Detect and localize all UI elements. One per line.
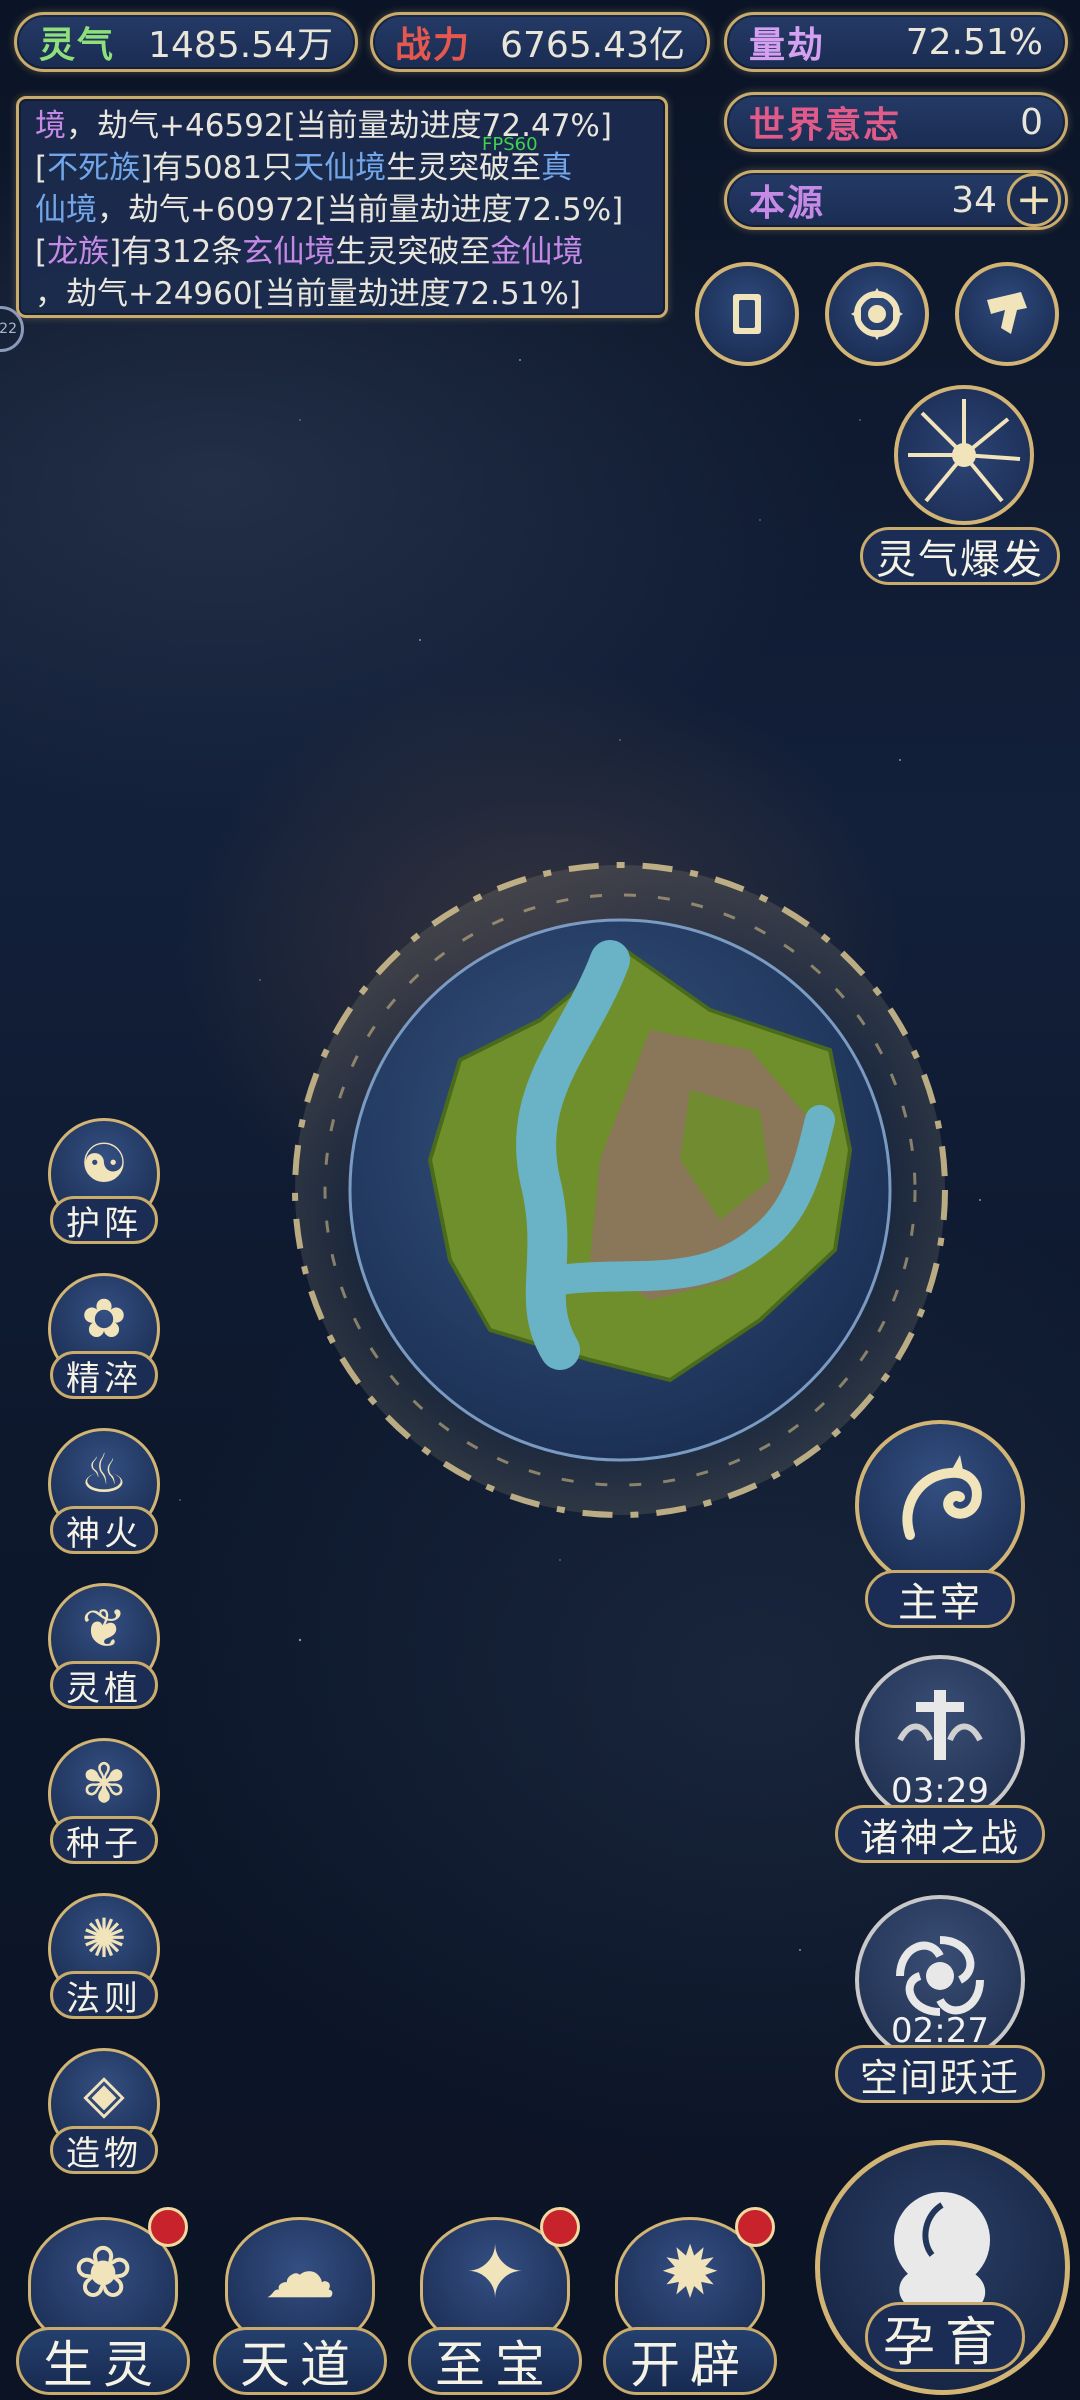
benyuan-label: 本源	[749, 183, 826, 224]
benyuan-value: 34	[951, 179, 997, 221]
left-menu-item-2[interactable]: ♨ 神火	[40, 1428, 170, 1558]
benyuan-stat[interactable]: 本源 34 +	[724, 170, 1068, 230]
log-realm-text: 金仙境	[490, 234, 584, 270]
notification-badge	[148, 2207, 188, 2247]
left-menu-label: 法则	[50, 1971, 158, 2019]
zhushen-battle-button[interactable]: 03:29 诸神之战	[835, 1655, 1045, 1865]
liangjie-value: 72.51%	[905, 21, 1043, 63]
left-menu-item-0[interactable]: ☯ 护阵	[40, 1118, 170, 1248]
zhushen-label: 诸神之战	[835, 1805, 1045, 1863]
left-menu-label: 护阵	[50, 1196, 158, 1244]
log-line: 境，劫气+46592[当前量劫进度72.47%]	[35, 105, 649, 147]
notification-badge	[540, 2207, 580, 2247]
log-realm-text: 境	[35, 108, 66, 144]
log-text: 生灵突破至	[386, 150, 542, 186]
portal-swirl-icon	[851, 288, 903, 340]
log-text: ]有312条	[109, 234, 243, 270]
left-menu-label: 精淬	[50, 1351, 158, 1399]
left-menu-label: 造物	[50, 2126, 158, 2174]
event-log-panel[interactable]: 境，劫气+46592[当前量劫进度72.47%] [不死族]有5081只天仙境生…	[16, 96, 668, 318]
world-will-value: 0	[1020, 101, 1043, 143]
log-text: [	[35, 150, 48, 186]
liangjie-stat[interactable]: 量劫 72.51%	[724, 12, 1068, 72]
log-race-text: 龙族	[47, 234, 110, 270]
bottom-nav-label: 生灵	[16, 2327, 190, 2395]
space-jump-button[interactable]: 02:27 空间跃迁	[835, 1895, 1045, 2105]
bottom-nav-label: 至宝	[408, 2327, 582, 2395]
log-realm-text: 仙境	[35, 192, 97, 228]
fps-counter: FPS60	[482, 134, 538, 155]
bottom-nav-item-0[interactable]: ❀ 生灵	[8, 2205, 198, 2400]
log-text: ]有5081只	[140, 150, 294, 186]
log-realm-text: 玄仙境	[242, 234, 336, 270]
log-race-text: 不死族	[47, 150, 141, 186]
log-line: ，劫气+24960[当前量劫进度72.51%]	[35, 273, 649, 315]
log-line: [不死族]有5081只天仙境生灵突破至真	[35, 147, 649, 189]
log-realm-text: 天仙境	[293, 150, 387, 186]
space-jump-label: 空间跃迁	[835, 2045, 1045, 2103]
log-line: [龙族]有312条玄仙境生灵突破至金仙境	[35, 231, 649, 273]
liangjie-label: 量劫	[749, 25, 826, 66]
log-text: ，劫气+60972[当前量劫进度72.5%]	[97, 192, 624, 228]
left-menu-item-4[interactable]: ✾ 种子	[40, 1738, 170, 1868]
log-text: [	[35, 234, 48, 270]
yunyu-label: 孕育	[865, 2302, 1025, 2373]
dragon-icon	[855, 1420, 1025, 1590]
left-menu-item-1[interactable]: ✿ 精淬	[40, 1273, 170, 1403]
card-icon	[733, 294, 761, 334]
log-text: ，劫气+24960[当前量劫进度72.51%]	[35, 276, 581, 312]
left-menu-label: 种子	[50, 1816, 158, 1864]
notification-badge	[735, 2207, 775, 2247]
left-menu-item-5[interactable]: ✺ 法则	[40, 1893, 170, 2023]
lingqi-burst-button[interactable]: 灵气爆发	[860, 385, 1060, 595]
world-will-label: 世界意志	[749, 105, 902, 146]
zhuzai-label: 主宰	[865, 1570, 1015, 1628]
zhanli-value: 6765.43亿	[500, 25, 685, 66]
left-menu-label: 神火	[50, 1506, 158, 1554]
burst-icon	[894, 385, 1034, 525]
bottom-nav-label: 开辟	[603, 2327, 777, 2395]
log-realm-text: 真	[541, 150, 573, 186]
zhanli-label: 战力	[395, 25, 472, 66]
scroll-icon	[987, 292, 1027, 334]
lingqi-stat[interactable]: 灵气 1485.54万	[14, 12, 358, 72]
scroll-button[interactable]	[955, 262, 1059, 366]
burst-label: 灵气爆发	[860, 527, 1060, 585]
zhanli-stat[interactable]: 战力 6765.43亿	[370, 12, 710, 72]
yunyu-button[interactable]: 孕育	[815, 2140, 1070, 2400]
left-menu-label: 灵植	[50, 1661, 158, 1709]
lingqi-value: 1485.54万	[148, 25, 333, 66]
bottom-nav-item-3[interactable]: ✹ 开辟	[595, 2205, 785, 2400]
world-will-stat[interactable]: 世界意志 0	[724, 92, 1068, 152]
bottom-nav-item-1[interactable]: ☁ 天道	[205, 2205, 395, 2400]
bottom-nav-item-2[interactable]: ✦ 至宝	[400, 2205, 590, 2400]
log-line: 仙境，劫气+60972[当前量劫进度72.5%]	[35, 189, 649, 231]
add-benyuan-button[interactable]: +	[1007, 173, 1061, 227]
bottom-nav-label: 天道	[213, 2327, 387, 2395]
lingqi-label: 灵气	[39, 25, 116, 66]
left-menu-item-3[interactable]: ❦ 灵植	[40, 1583, 170, 1713]
portal-button[interactable]	[825, 262, 929, 366]
card-button[interactable]	[695, 262, 799, 366]
left-menu-item-6[interactable]: ◈ 造物	[40, 2048, 170, 2178]
log-text: 生灵突破至	[335, 234, 491, 270]
zhuzai-button[interactable]: 主宰	[835, 1420, 1045, 1630]
